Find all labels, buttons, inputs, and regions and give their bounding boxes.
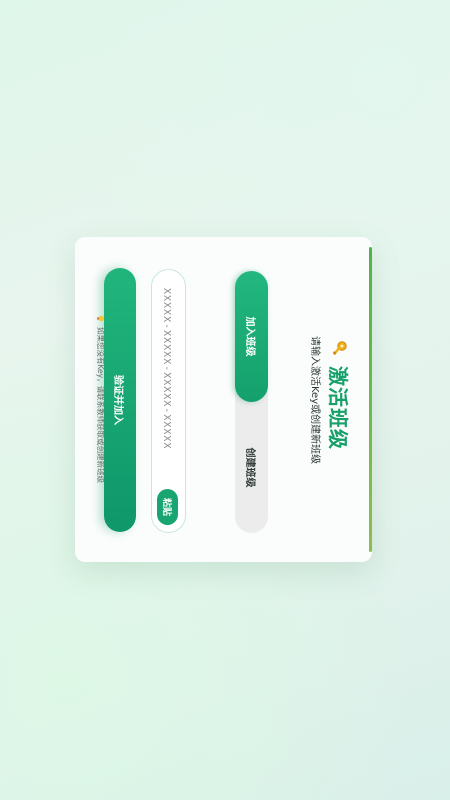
dialog-subtitle: 请输入激活Key或创建新班级 [309,336,320,465]
verify-and-join-button[interactable]: 验证并加入 [104,268,136,532]
mode-tab-group: 加入班级 创建班级 [235,271,268,533]
paste-button[interactable]: 粘贴 [157,489,178,525]
tab-create-class[interactable]: 创建班级 [235,402,268,533]
hint-row: 如果您没有Key，请联系教师获取或创建新班级 [95,314,106,483]
dialog-content: 激活班级 请输入激活Key或创建新班级 加入班级 创建班级 粘贴 验证并加入 如… [75,237,372,562]
lightbulb-icon [96,314,105,323]
dialog-title: 激活班级 [326,366,350,450]
activation-key-field: 粘贴 [151,269,186,533]
activate-class-dialog: 激活班级 请输入激活Key或创建新班级 加入班级 创建班级 粘贴 验证并加入 如… [75,237,372,562]
tab-join-class[interactable]: 加入班级 [235,271,268,402]
hint-text: 如果您没有Key，请联系教师获取或创建新班级 [96,327,105,484]
dialog-header: 激活班级 [325,340,354,450]
key-icon [330,340,350,360]
activation-key-input[interactable] [157,286,177,486]
